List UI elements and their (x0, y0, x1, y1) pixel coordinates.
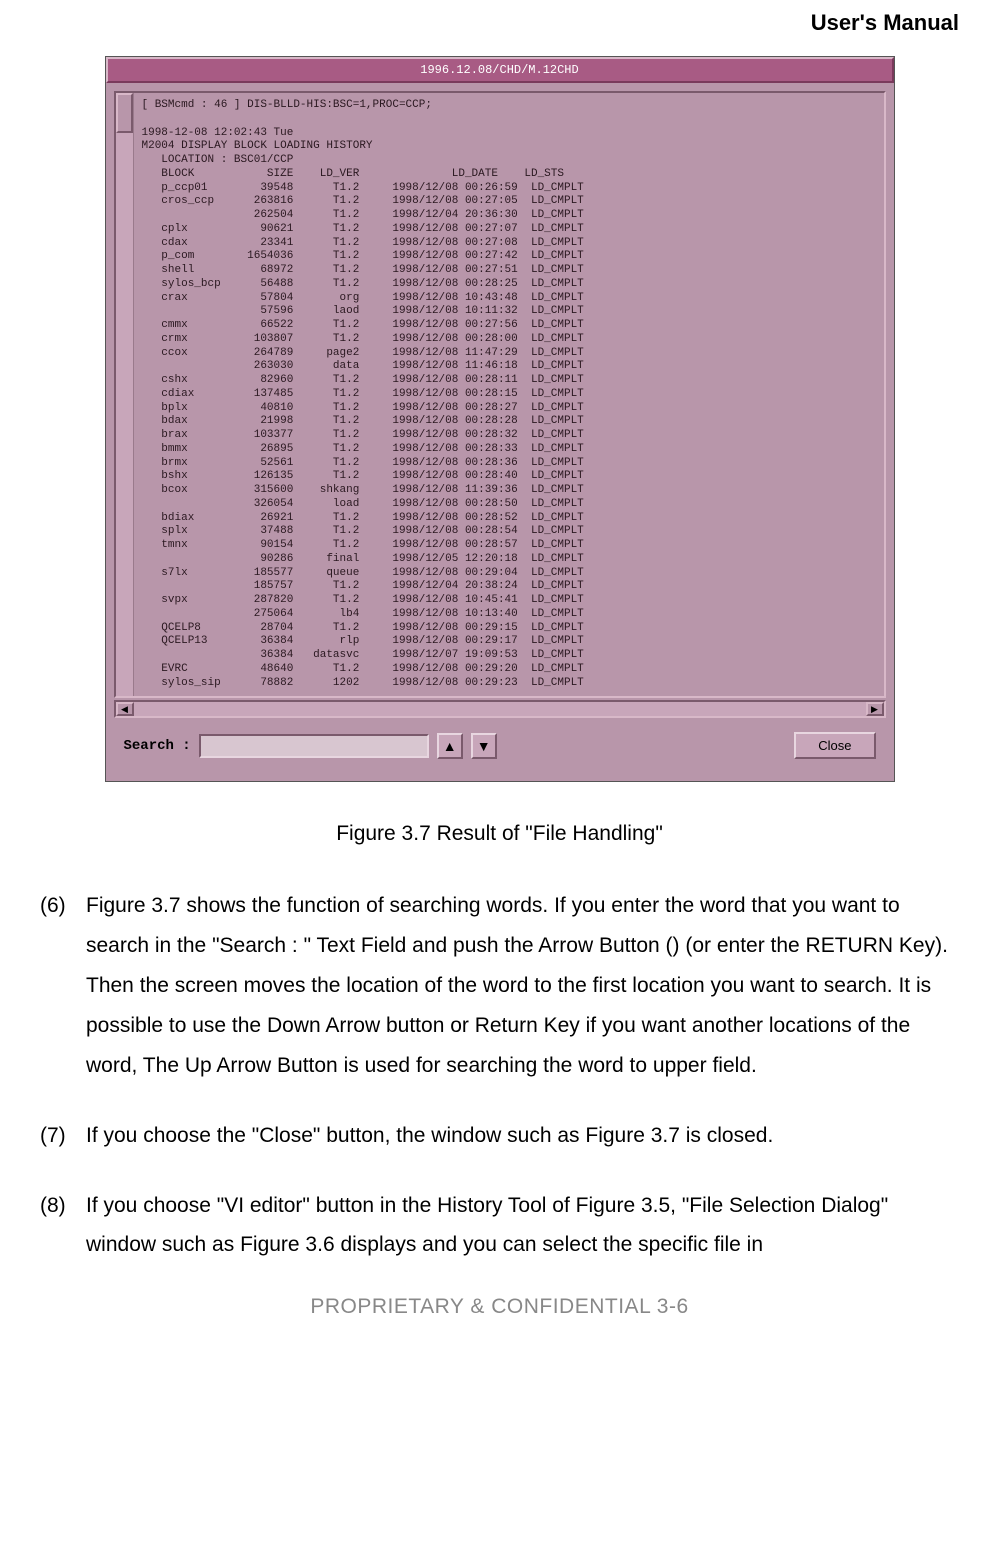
item-text: If you choose the "Close" button, the wi… (86, 1116, 959, 1156)
list-item: (7)If you choose the "Close" button, the… (40, 1116, 959, 1156)
search-up-button[interactable]: ▲ (437, 733, 463, 759)
list-item: (6)Figure 3.7 shows the function of sear… (40, 886, 959, 1085)
item-text: Figure 3.7 shows the function of searchi… (86, 886, 959, 1085)
vertical-scrollbar[interactable] (116, 93, 134, 696)
figure-caption: Figure 3.7 Result of "File Handling" (40, 822, 959, 846)
item-number: (7) (40, 1116, 86, 1156)
scroll-right-icon[interactable]: ▶ (866, 702, 884, 716)
item-number: (6) (40, 886, 86, 1085)
item-number: (8) (40, 1186, 86, 1266)
search-down-button[interactable]: ▼ (471, 733, 497, 759)
horizontal-scrollbar[interactable]: ◀ ▶ (114, 700, 886, 718)
page-footer: PROPRIETARY & CONFIDENTIAL 3-6 (40, 1295, 959, 1319)
list-item: (8)If you choose "VI editor" button in t… (40, 1186, 959, 1266)
search-label: Search : (124, 738, 191, 754)
close-button[interactable]: Close (794, 732, 875, 759)
scroll-container: [ BSMcmd : 46 ] DIS-BLLD-HIS:BSC=1,PROC=… (114, 91, 886, 698)
item-text: If you choose "VI editor" button in the … (86, 1186, 959, 1266)
terminal-output: [ BSMcmd : 46 ] DIS-BLLD-HIS:BSC=1,PROC=… (134, 93, 884, 696)
page-header: User's Manual (40, 10, 959, 36)
scroll-left-icon[interactable]: ◀ (116, 702, 134, 716)
search-input[interactable] (199, 734, 429, 758)
file-handling-window: 1996.12.08/CHD/M.12CHD [ BSMcmd : 46 ] D… (105, 56, 895, 782)
window-titlebar: 1996.12.08/CHD/M.12CHD (106, 57, 894, 83)
